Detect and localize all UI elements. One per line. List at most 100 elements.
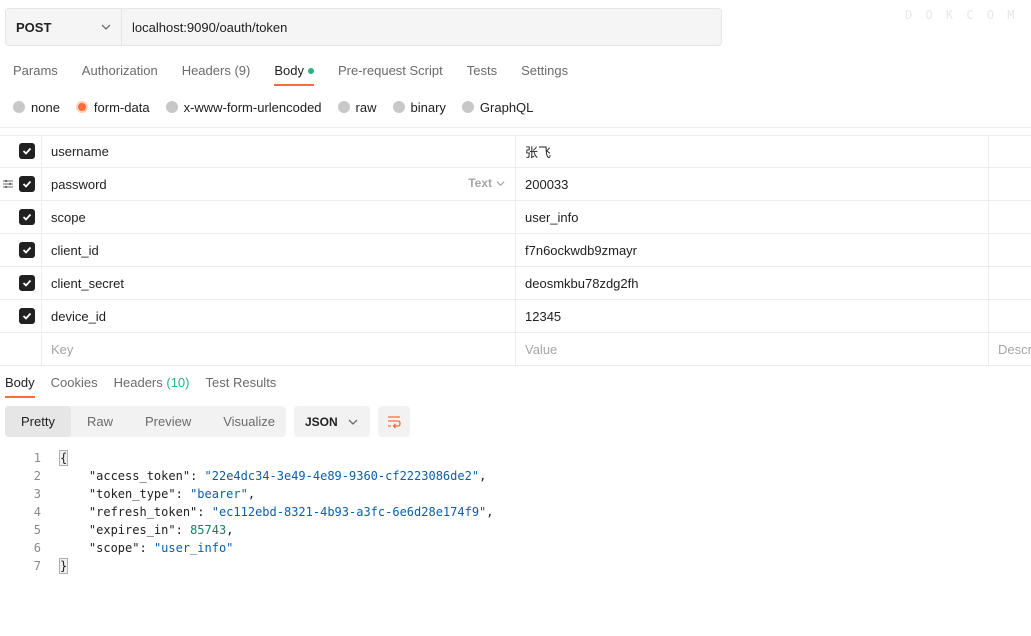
radio-graphql[interactable]: GraphQL [461, 99, 534, 115]
code-line: 1 { [0, 449, 494, 467]
value-cell[interactable]: deosmkbu78zdg2fh [516, 267, 989, 299]
value-cell[interactable]: 张飞 [516, 135, 989, 167]
tab-pre-request-script[interactable]: Pre-request Script [338, 56, 443, 86]
json-comma: , [247, 487, 256, 501]
tab-headers[interactable]: Headers (9) [182, 56, 251, 86]
tab-params[interactable]: Params [13, 56, 58, 86]
request-tabs: Params Authorization Headers (9) Body Pr… [13, 56, 592, 86]
radio-label: binary [410, 99, 446, 115]
row-checkbox[interactable] [19, 308, 35, 324]
tab-tests[interactable]: Tests [467, 56, 497, 86]
format-raw[interactable]: Raw [71, 406, 129, 437]
tab-label: Cookies [50, 375, 98, 390]
tab-label: Params [13, 63, 58, 78]
row-checkbox[interactable] [19, 242, 35, 258]
new-value-input[interactable]: Value [516, 333, 989, 365]
checkmark-icon [22, 213, 32, 221]
key-text: device_id [51, 308, 106, 324]
type-select[interactable]: Text [468, 176, 505, 190]
value-cell[interactable]: 200033 [516, 168, 989, 200]
checkmark-icon [22, 312, 32, 320]
key-text: client_secret [51, 275, 124, 291]
watermark: D O K C O M [905, 8, 1018, 22]
description-cell[interactable] [989, 267, 1031, 299]
key-cell[interactable]: scope [42, 201, 516, 233]
row-checkbox[interactable] [19, 143, 35, 159]
tab-count: (10) [166, 375, 190, 390]
open-brace: { [58, 450, 69, 466]
tab-response-body[interactable]: Body [5, 370, 35, 398]
value-text: f7n6ockwdb9zmayr [525, 242, 637, 258]
json-value: "ec112ebd-8321-4b93-a3fc-6e6d28e174f9" [211, 505, 487, 519]
line-number: 6 [33, 541, 41, 555]
key-cell[interactable]: device_id [42, 300, 516, 332]
close-brace: } [58, 558, 69, 574]
row-checkbox[interactable] [19, 209, 35, 225]
tab-count: (9) [234, 63, 251, 78]
format-toggle: Pretty Raw Preview Visualize [5, 406, 286, 437]
radio-icon [461, 101, 474, 113]
value-text: 张飞 [525, 144, 552, 160]
radio-label: GraphQL [479, 99, 534, 115]
tab-test-results[interactable]: Test Results [206, 370, 277, 398]
key-cell[interactable]: password Text [42, 168, 516, 200]
value-text: 12345 [525, 308, 562, 324]
key-cell[interactable]: username [42, 135, 516, 167]
format-pretty[interactable]: Pretty [5, 406, 71, 437]
tab-label: Body [274, 63, 304, 78]
value-cell[interactable]: f7n6ockwdb9zmayr [516, 234, 989, 266]
radio-icon [392, 101, 405, 113]
description-cell[interactable] [989, 201, 1031, 233]
tab-cookies[interactable]: Cookies [51, 370, 98, 398]
response-tabs: Body Cookies Headers (10) Test Results [5, 370, 292, 398]
json-comma: , [226, 523, 234, 537]
key-cell[interactable]: client_secret [42, 267, 516, 299]
radio-x-www-form-urlencoded[interactable]: x-www-form-urlencoded [165, 100, 322, 115]
new-key-input[interactable]: Key [42, 333, 516, 365]
url-input[interactable]: localhost:9090/oauth/token [121, 8, 722, 46]
tab-settings[interactable]: Settings [521, 56, 568, 86]
request-bar: POST localhost:9090/oauth/token [5, 8, 722, 46]
new-row: Key Value Description [0, 333, 1031, 366]
json-key: "refresh_token" [88, 505, 198, 519]
radio-binary[interactable]: binary [392, 99, 446, 115]
tab-authorization[interactable]: Authorization [82, 56, 158, 86]
drag-handle-icon[interactable] [2, 178, 14, 190]
line-number: 2 [33, 469, 41, 483]
row-checkbox[interactable] [19, 275, 35, 291]
new-description-input[interactable]: Description [989, 333, 1031, 365]
row-checkbox[interactable] [19, 176, 35, 192]
json-comma: , [486, 505, 494, 519]
value-cell[interactable]: user_info [516, 201, 989, 233]
language-label: JSON [305, 414, 338, 429]
table-row: scope user_info [0, 201, 1031, 234]
value-cell[interactable]: 12345 [516, 300, 989, 332]
wrap-lines-button[interactable] [378, 406, 410, 437]
tab-response-headers[interactable]: Headers (10) [114, 370, 190, 398]
radio-form-data[interactable]: form-data [75, 100, 150, 115]
type-label: Text [468, 176, 492, 190]
tab-body[interactable]: Body [274, 56, 314, 86]
description-cell[interactable] [989, 234, 1031, 266]
value-text: user_info [525, 209, 579, 225]
table-row: device_id 12345 [0, 300, 1031, 333]
format-visualize[interactable]: Visualize [207, 406, 291, 437]
code-line: 2 "access_token": "22e4dc34-3e49-4e89-93… [0, 467, 494, 485]
code-line: 7 } [0, 557, 494, 575]
checkmark-icon [22, 147, 32, 155]
format-preview[interactable]: Preview [129, 406, 207, 437]
description-cell[interactable] [989, 168, 1031, 200]
response-code-viewer: 1 { 2 "access_token": "22e4dc34-3e49-4e8… [0, 449, 494, 575]
radio-none[interactable]: none [13, 100, 60, 115]
description-cell[interactable] [989, 135, 1031, 167]
language-select[interactable]: JSON [294, 406, 370, 437]
json-key: "access_token" [88, 469, 191, 483]
method-select[interactable]: POST [5, 8, 121, 46]
description-cell[interactable] [989, 300, 1031, 332]
radio-raw[interactable]: raw [337, 100, 377, 115]
key-cell[interactable]: client_id [42, 234, 516, 266]
tab-label: Authorization [81, 63, 158, 78]
table-row: password Text 200033 [0, 168, 1031, 201]
line-number: 4 [33, 505, 41, 519]
checkmark-icon [22, 246, 32, 254]
